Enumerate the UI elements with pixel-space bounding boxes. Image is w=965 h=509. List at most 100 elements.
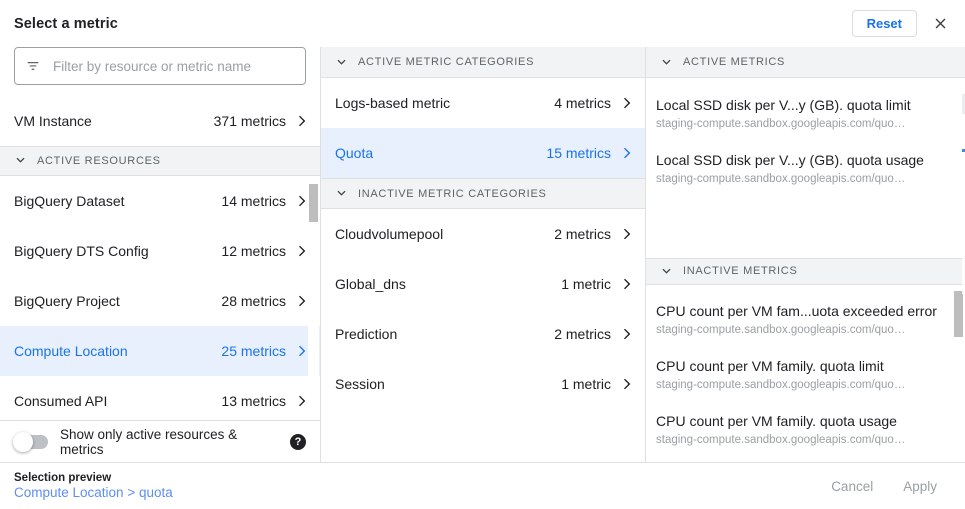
- search-input[interactable]: [51, 58, 295, 75]
- chevron-down-icon: [14, 154, 27, 167]
- metrics-panel: ACTIVE METRICS Local SSD disk per V...y …: [645, 47, 965, 462]
- inactive-metric-subtitle: staging-compute.sandbox.googleapis.com/q…: [656, 377, 949, 393]
- chevron-down-icon: [335, 56, 348, 69]
- cancel-button[interactable]: Cancel: [827, 473, 877, 500]
- inactive-metric-subtitle: staging-compute.sandbox.googleapis.com/q…: [656, 432, 949, 448]
- category-row[interactable]: Logs-based metric4 metrics: [321, 78, 645, 128]
- toggle-label: Show only active resources & metrics: [60, 427, 278, 457]
- chevron-right-icon: [294, 394, 308, 408]
- search-box[interactable]: [14, 47, 306, 85]
- resource-row-vm-instance[interactable]: VM Instance 371 metrics: [0, 97, 320, 146]
- category-row[interactable]: Cloudvolumepool2 metrics: [321, 209, 645, 259]
- chevron-right-icon: [619, 146, 633, 160]
- header-actions: Reset: [852, 9, 955, 39]
- resource-count: 12 metrics: [221, 243, 286, 259]
- active-metrics-section: ACTIVE METRICS Local SSD disk per V...y …: [646, 47, 965, 258]
- filter-list-icon: [25, 58, 41, 74]
- resource-label: BigQuery Dataset: [14, 193, 221, 209]
- active-metric-row[interactable]: Local SSD disk per V...y (GB). quota lim…: [646, 86, 965, 141]
- scrollbar-thumb[interactable]: [309, 184, 318, 222]
- toggle-knob: [13, 432, 33, 452]
- search-container: [0, 47, 320, 97]
- help-icon[interactable]: ?: [290, 434, 306, 450]
- selection-preview-value[interactable]: Compute Location > quota: [14, 485, 173, 500]
- reset-button[interactable]: Reset: [852, 10, 917, 37]
- chevron-right-icon: [619, 377, 633, 391]
- category-count: 4 metrics: [554, 95, 611, 111]
- chevron-right-icon: [619, 96, 633, 110]
- footer-actions: Cancel Apply: [827, 473, 951, 500]
- inactive-metrics-list: CPU count per VM fam...uota exceeded err…: [646, 285, 965, 462]
- section-header-label: ACTIVE RESOURCES: [37, 155, 161, 167]
- inactive-metric-subtitle: staging-compute.sandbox.googleapis.com/q…: [656, 322, 949, 338]
- inactive-metric-row[interactable]: CPU count per VM fam...uota exceeded err…: [646, 292, 965, 347]
- scrollbar-thumb[interactable]: [954, 291, 963, 337]
- section-header-label: INACTIVE METRIC CATEGORIES: [358, 188, 547, 200]
- section-header-label: ACTIVE METRIC CATEGORIES: [358, 56, 534, 68]
- resource-list: BigQuery Dataset14 metricsBigQuery DTS C…: [0, 176, 320, 420]
- category-row[interactable]: Quota15 metrics: [321, 128, 645, 178]
- category-label: Prediction: [335, 326, 554, 342]
- chevron-down-icon: [660, 265, 673, 278]
- section-header-active-metrics[interactable]: ACTIVE METRICS: [646, 47, 965, 78]
- section-header-label: INACTIVE METRICS: [683, 265, 798, 277]
- section-header-inactive-categories[interactable]: INACTIVE METRIC CATEGORIES: [321, 178, 645, 209]
- dialog-body: VM Instance 371 metrics ACTIVE RESOURCES…: [0, 47, 965, 462]
- resource-row[interactable]: Consumed API13 metrics: [0, 376, 320, 420]
- resource-label: BigQuery DTS Config: [14, 243, 221, 259]
- section-header-label: ACTIVE METRICS: [683, 56, 785, 68]
- inactive-category-list: Cloudvolumepool2 metricsGlobal_dns1 metr…: [321, 209, 645, 409]
- chevron-down-icon: [335, 187, 348, 200]
- category-label: Cloudvolumepool: [335, 226, 554, 242]
- show-only-active-toggle[interactable]: [14, 435, 48, 449]
- chevron-right-icon: [294, 344, 308, 358]
- resource-row[interactable]: Compute Location25 metrics: [0, 326, 320, 376]
- section-header-active-categories[interactable]: ACTIVE METRIC CATEGORIES: [321, 47, 645, 78]
- resource-count: 371 metrics: [214, 113, 286, 129]
- inactive-metric-title: CPU count per VM fam...uota exceeded err…: [656, 301, 949, 321]
- category-count: 2 metrics: [554, 226, 611, 242]
- dialog-header: Select a metric Reset: [0, 0, 965, 47]
- section-header-active-resources[interactable]: ACTIVE RESOURCES: [0, 146, 320, 176]
- resource-row[interactable]: BigQuery Dataset14 metrics: [0, 176, 320, 226]
- category-count: 1 metric: [561, 276, 611, 292]
- category-row[interactable]: Prediction2 metrics: [321, 309, 645, 359]
- category-label: Session: [335, 376, 561, 392]
- select-metric-dialog: Select a metric Reset: [0, 0, 965, 509]
- category-row[interactable]: Global_dns1 metric: [321, 259, 645, 309]
- active-metric-subtitle: staging-compute.sandbox.googleapis.com/q…: [656, 116, 949, 132]
- page-title: Select a metric: [14, 16, 118, 32]
- metric-categories-panel: ACTIVE METRIC CATEGORIES Logs-based metr…: [320, 47, 645, 462]
- resource-count: 13 metrics: [221, 393, 286, 409]
- category-count: 2 metrics: [554, 326, 611, 342]
- close-icon[interactable]: [925, 9, 955, 39]
- apply-button[interactable]: Apply: [899, 473, 941, 500]
- chevron-right-icon: [294, 294, 308, 308]
- chevron-right-icon: [619, 277, 633, 291]
- resources-panel: VM Instance 371 metrics ACTIVE RESOURCES…: [0, 47, 320, 462]
- resource-label: VM Instance: [14, 113, 214, 129]
- inactive-metric-row[interactable]: GPU count per GPU fa...uota exceeded err…: [646, 457, 965, 462]
- category-row[interactable]: Session1 metric: [321, 359, 645, 409]
- resource-label: Compute Location: [14, 343, 221, 359]
- resource-count: 14 metrics: [221, 193, 286, 209]
- resource-count: 28 metrics: [221, 293, 286, 309]
- section-header-inactive-metrics[interactable]: INACTIVE METRICS: [646, 258, 965, 285]
- inactive-metrics-scrollbar[interactable]: [953, 285, 964, 462]
- resource-row[interactable]: BigQuery DTS Config12 metrics: [0, 226, 320, 276]
- inactive-metric-title: CPU count per VM family. quota limit: [656, 356, 949, 376]
- resource-label: BigQuery Project: [14, 293, 221, 309]
- selection-preview-label: Selection preview: [14, 472, 173, 484]
- inactive-metric-title: CPU count per VM family. quota usage: [656, 411, 949, 431]
- chevron-right-icon: [294, 194, 308, 208]
- inactive-metric-row[interactable]: CPU count per VM family. quota limitstag…: [646, 347, 965, 402]
- category-label: Quota: [335, 145, 546, 161]
- chevron-right-icon: [294, 114, 308, 128]
- resource-list-scrollbar[interactable]: [308, 176, 319, 420]
- inactive-metric-row[interactable]: CPU count per VM family. quota usagestag…: [646, 402, 965, 457]
- active-metric-row[interactable]: Local SSD disk per V...y (GB). quota usa…: [646, 141, 965, 196]
- chevron-right-icon: [619, 227, 633, 241]
- resource-row[interactable]: BigQuery Project28 metrics: [0, 276, 320, 326]
- chevron-down-icon: [660, 56, 673, 69]
- resource-count: 25 metrics: [221, 343, 286, 359]
